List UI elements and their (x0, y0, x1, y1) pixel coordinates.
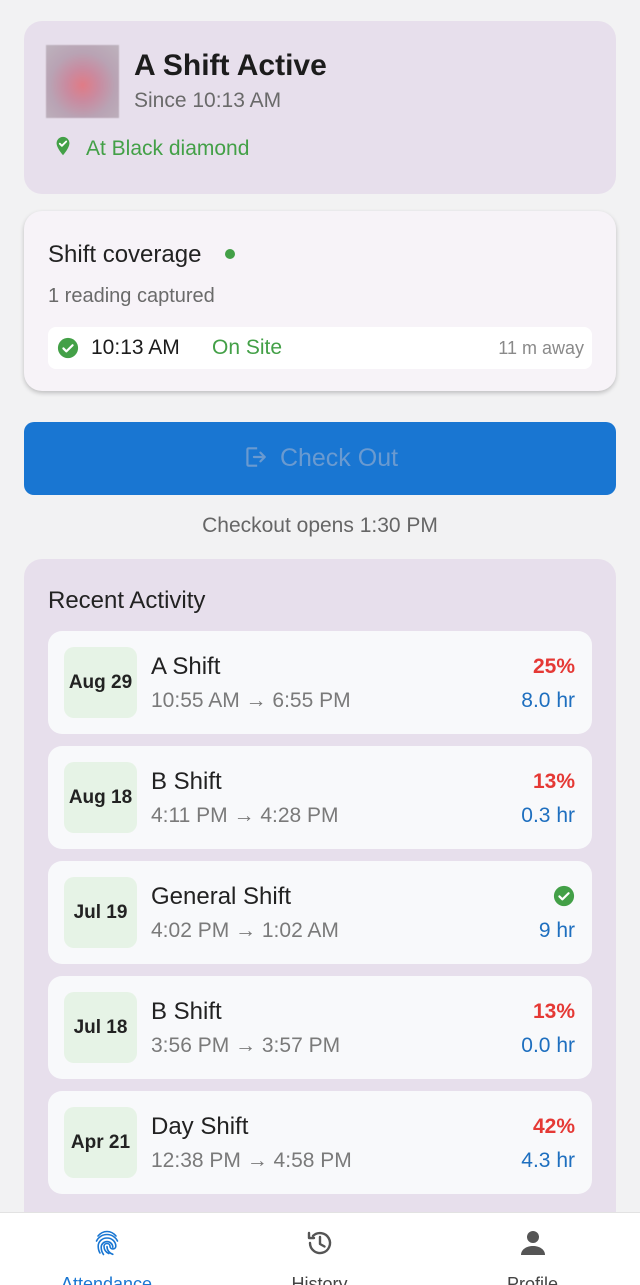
nav-label: History (291, 1274, 348, 1285)
person-icon (517, 1213, 549, 1264)
recent-activity-title: Recent Activity (48, 587, 206, 614)
reading-status: On Site (212, 336, 283, 359)
check-circle-icon (553, 885, 575, 907)
shift-time-range: 12:38 PM → 4:58 PM (151, 1149, 352, 1172)
list-item[interactable]: Aug 18 B Shift 4:11 PM → 4:28 PM 13% 0.3… (48, 746, 592, 849)
date-badge: Jul 18 (64, 992, 137, 1063)
date-badge: Jul 19 (64, 877, 137, 948)
shift-since: Since 10:13 AM (134, 89, 282, 112)
check-circle-icon (57, 337, 79, 359)
date-badge: Aug 18 (64, 762, 137, 833)
avatar (46, 45, 119, 118)
shift-coverage-card: Shift coverage 1 reading captured 10:13 … (24, 211, 616, 391)
status-dot (225, 249, 235, 259)
date-badge: Aug 29 (64, 647, 137, 718)
coverage-subtitle: 1 reading captured (48, 285, 215, 307)
nav-item-history[interactable]: History (213, 1213, 426, 1285)
recent-activity-panel: Recent Activity Aug 29 A Shift 10:55 AM … (24, 559, 616, 1259)
shift-hours: 0.0 hr (521, 1034, 575, 1057)
list-item[interactable]: Aug 29 A Shift 10:55 AM → 6:55 PM 25% 8.… (48, 631, 592, 734)
coverage-percent: 42% (532, 1115, 575, 1138)
list-item[interactable]: Jul 18 B Shift 3:56 PM → 3:57 PM 13% 0.0… (48, 976, 592, 1079)
reading-row: 10:13 AM On Site 11 m away (48, 327, 592, 369)
shift-name: Day Shift (151, 1113, 249, 1140)
coverage-percent: 25% (532, 655, 575, 678)
bottom-navigation: Attendance History Profile (0, 1212, 640, 1285)
reading-time: 10:13 AM (91, 336, 180, 359)
shift-hours: 8.0 hr (521, 689, 575, 712)
nav-label: Profile (506, 1274, 559, 1285)
logout-icon (242, 444, 280, 473)
date-badge: Apr 21 (64, 1107, 137, 1178)
nav-item-attendance[interactable]: Attendance (0, 1213, 213, 1285)
shift-time-range: 4:11 PM → 4:28 PM (151, 804, 339, 827)
nav-item-profile[interactable]: Profile (426, 1213, 639, 1285)
location-row: At Black diamond (52, 135, 249, 162)
shift-time-range: 4:02 PM → 1:02 AM (151, 919, 339, 942)
coverage-title: Shift coverage (48, 241, 202, 268)
shift-name: B Shift (151, 768, 222, 795)
shift-name: A Shift (151, 653, 221, 680)
shift-time-range: 3:56 PM → 3:57 PM (151, 1034, 341, 1057)
shift-name: B Shift (151, 998, 222, 1025)
reading-distance: 11 m away (498, 338, 584, 358)
shift-title: A Shift Active (134, 49, 327, 82)
shift-time-range: 10:55 AM → 6:55 PM (151, 689, 351, 712)
nav-label: Attendance (60, 1274, 153, 1285)
shift-hours: 4.3 hr (521, 1149, 575, 1172)
list-item[interactable]: Jul 19 General Shift 4:02 PM → 1:02 AM 9… (48, 861, 592, 964)
shift-hours: 0.3 hr (521, 804, 575, 827)
coverage-percent: 13% (532, 770, 575, 793)
coverage-percent: 13% (532, 1000, 575, 1023)
checkout-note: Checkout opens 1:30 PM (202, 514, 438, 537)
list-item[interactable]: Apr 21 Day Shift 12:38 PM → 4:58 PM 42% … (48, 1091, 592, 1194)
attendance-screen: A Shift Active Since 10:13 AM At Black d… (0, 0, 640, 1285)
fingerprint-icon (91, 1213, 123, 1264)
location-verified-icon (52, 135, 74, 162)
shift-hours: 9 hr (538, 919, 575, 942)
check-out-button[interactable]: Check Out (24, 422, 616, 495)
check-out-label: Check Out (279, 444, 399, 472)
history-icon (304, 1213, 336, 1264)
active-shift-card: A Shift Active Since 10:13 AM At Black d… (24, 21, 616, 194)
location-label: At Black diamond (86, 136, 250, 160)
shift-name: General Shift (151, 883, 292, 910)
